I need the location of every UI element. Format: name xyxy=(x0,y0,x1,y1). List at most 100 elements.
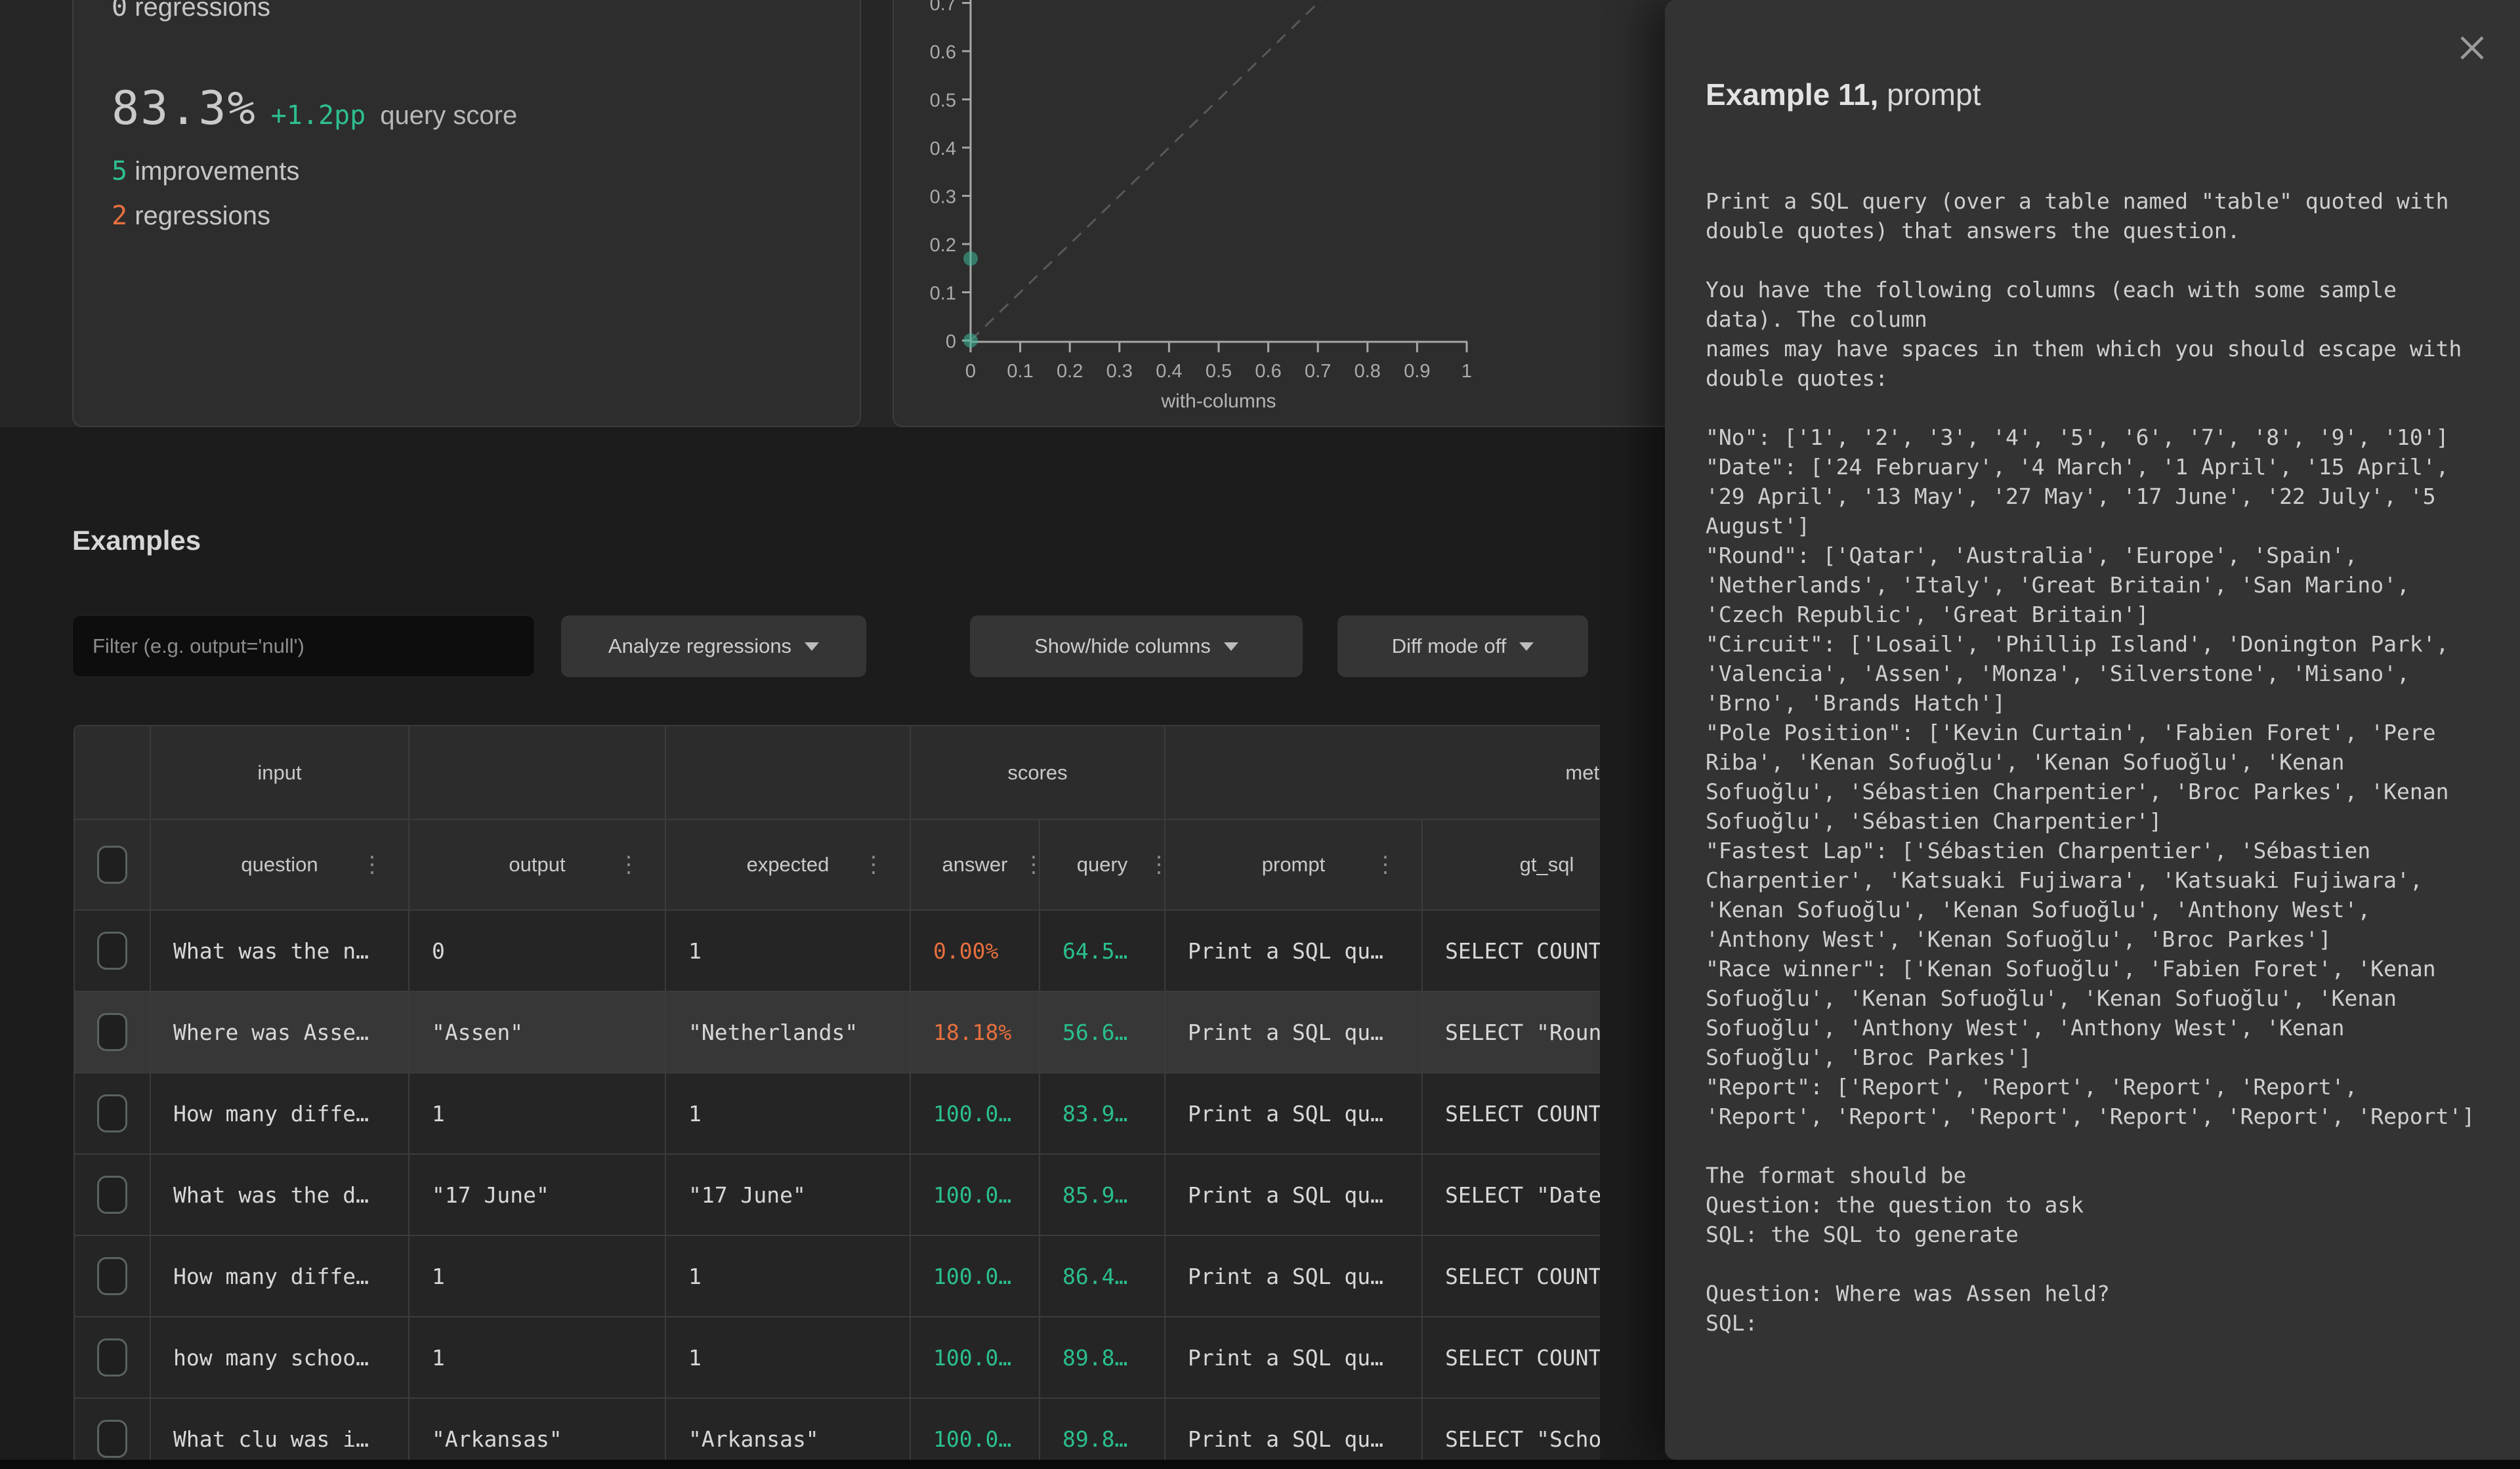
y-tick-label: 0.3 xyxy=(930,187,956,208)
prompt-text: Print a SQL query (over a table named "t… xyxy=(1706,186,2475,1338)
column-label: prompt xyxy=(1262,853,1325,876)
row-checkbox[interactable] xyxy=(97,1420,127,1458)
table-column-header-row: question ⋮ output ⋮ expected ⋮ answer ⋮ quer… xyxy=(75,820,1600,911)
column-label: expected xyxy=(747,853,830,876)
column-label: question xyxy=(241,853,318,876)
table-row[interactable]: What was the n…010.00%64.5…Print a SQL q… xyxy=(75,911,1600,992)
column-label: answer xyxy=(942,853,1008,876)
show-hide-columns-button[interactable]: Show/hide columns xyxy=(970,615,1303,677)
gt-sql-cell: SELECT "Round xyxy=(1423,992,1600,1073)
prompt-cell: Print a SQL qu… xyxy=(1166,1073,1423,1155)
select-all-cell xyxy=(75,820,151,911)
column-menu-icon[interactable]: ⋮ xyxy=(862,854,885,876)
group-header-scores: scores xyxy=(911,726,1166,820)
row-select-cell xyxy=(75,1399,151,1460)
column-header-expected[interactable]: expected ⋮ xyxy=(666,820,911,911)
table-row[interactable]: What clu was i…"Arkansas""Arkansas"100.0… xyxy=(75,1399,1600,1460)
expected-cell: "Netherlands" xyxy=(666,992,911,1073)
table-group-header-row: input scores metadata xyxy=(75,726,1600,820)
x-tick-label: 0.7 xyxy=(1305,361,1331,382)
previous-stat-regressions: 0 regressions xyxy=(112,0,270,22)
examples-table: input scores metadata question ⋮ output ⋮ … xyxy=(74,725,1600,1460)
chevron-down-icon xyxy=(1519,642,1534,651)
expected-cell: 1 xyxy=(666,1317,911,1399)
column-menu-icon[interactable]: ⋮ xyxy=(618,854,640,876)
x-tick-label: 0.9 xyxy=(1404,361,1430,382)
row-checkbox[interactable] xyxy=(97,1094,127,1132)
column-header-prompt[interactable]: prompt ⋮ xyxy=(1166,820,1423,911)
answer-score-cell: 100.0… xyxy=(911,1236,1040,1317)
x-tick-label: 0.6 xyxy=(1255,361,1281,382)
select-all-checkbox[interactable] xyxy=(97,846,127,884)
analyze-regressions-button[interactable]: Analyze regressions xyxy=(561,615,866,677)
score-value: 83.3% xyxy=(112,81,257,135)
column-header-question[interactable]: question ⋮ xyxy=(151,820,410,911)
column-header-gt-sql[interactable]: gt_sql xyxy=(1423,820,1600,911)
eval-dashboard: { "summary": { "top_partial_line": {"cou… xyxy=(0,0,2520,1469)
x-tick-label: 0.3 xyxy=(1106,361,1133,382)
expected-cell: "Arkansas" xyxy=(666,1399,911,1460)
y-tick-label: 0 xyxy=(946,331,956,352)
answer-score-cell: 100.0… xyxy=(911,1399,1040,1460)
horizontal-scrollbar-track[interactable] xyxy=(0,1460,2520,1469)
y-tick-label: 0.5 xyxy=(930,91,956,112)
column-menu-icon[interactable]: ⋮ xyxy=(361,854,383,876)
question-cell: Where was Asse… xyxy=(151,992,410,1073)
expected-cell: "17 June" xyxy=(666,1155,911,1236)
scatter-point[interactable] xyxy=(963,333,978,348)
y-tick-label: 0.1 xyxy=(930,283,956,304)
scatter-point[interactable] xyxy=(963,251,978,266)
output-cell: "17 June" xyxy=(410,1155,666,1236)
question-cell: how many schoo… xyxy=(151,1317,410,1399)
row-checkbox[interactable] xyxy=(97,1338,127,1376)
group-header-expected xyxy=(666,726,911,820)
table-row[interactable]: how many schoo…11100.0…89.8…Print a SQL … xyxy=(75,1317,1600,1399)
row-checkbox[interactable] xyxy=(97,1013,127,1051)
output-cell: "Assen" xyxy=(410,992,666,1073)
diff-mode-button[interactable]: Diff mode off xyxy=(1337,615,1588,677)
output-cell: 1 xyxy=(410,1073,666,1155)
question-cell: How many diffe… xyxy=(151,1073,410,1155)
column-header-output[interactable]: output ⋮ xyxy=(410,820,666,911)
x-tick-label: 0.2 xyxy=(1057,361,1083,382)
panel-title-example: Example 11, xyxy=(1706,77,1878,112)
gt-sql-cell: SELECT "Date" xyxy=(1423,1155,1600,1236)
row-select-cell xyxy=(75,992,151,1073)
table-row[interactable]: How many diffe…11100.0…86.4…Print a SQL … xyxy=(75,1236,1600,1317)
column-menu-icon[interactable]: ⋮ xyxy=(1148,854,1166,876)
group-header-spacer xyxy=(75,726,151,820)
group-header-output xyxy=(410,726,666,820)
y-tick-label: 0.2 xyxy=(930,235,956,256)
table-row[interactable]: What was the d…"17 June""17 June"100.0…8… xyxy=(75,1155,1600,1236)
score-scatter-chart: 00.10.20.30.40.50.60.700.10.20.30.40.50.… xyxy=(912,0,1496,420)
column-label: output xyxy=(509,853,565,876)
regressions-count: 2 xyxy=(112,201,127,231)
table-row[interactable]: How many diffe…11100.0…83.9…Print a SQL … xyxy=(75,1073,1600,1155)
filter-input[interactable] xyxy=(72,615,535,677)
improvements-count: 5 xyxy=(112,156,127,186)
column-label: gt_sql xyxy=(1520,853,1574,876)
column-menu-icon[interactable]: ⋮ xyxy=(1374,854,1396,876)
analyze-regressions-label: Analyze regressions xyxy=(608,634,791,658)
regressions-stat: 2 regressions xyxy=(112,201,270,231)
row-checkbox[interactable] xyxy=(97,1257,127,1295)
output-cell: 0 xyxy=(410,911,666,992)
column-label: query xyxy=(1077,853,1128,876)
column-header-answer[interactable]: answer ⋮ xyxy=(911,820,1040,911)
diagonal-reference-line xyxy=(971,0,1321,341)
y-tick-label: 0.7 xyxy=(930,0,956,15)
score-name: query score xyxy=(380,101,517,131)
regression-count: 0 xyxy=(112,0,127,22)
column-menu-icon[interactable]: ⋮ xyxy=(1022,854,1040,876)
column-header-query[interactable]: query ⋮ xyxy=(1040,820,1166,911)
answer-score-cell: 100.0… xyxy=(911,1155,1040,1236)
close-panel-button[interactable] xyxy=(2456,31,2488,64)
table-row[interactable]: Where was Asse…"Assen""Netherlands"18.18… xyxy=(75,992,1600,1073)
x-tick-label: 0.4 xyxy=(1156,361,1182,382)
answer-score-cell: 100.0… xyxy=(911,1317,1040,1399)
output-cell: 1 xyxy=(410,1317,666,1399)
row-checkbox[interactable] xyxy=(97,1176,127,1214)
gt-sql-cell: SELECT COUNT( xyxy=(1423,1317,1600,1399)
output-cell: 1 xyxy=(410,1236,666,1317)
row-checkbox[interactable] xyxy=(97,932,127,970)
